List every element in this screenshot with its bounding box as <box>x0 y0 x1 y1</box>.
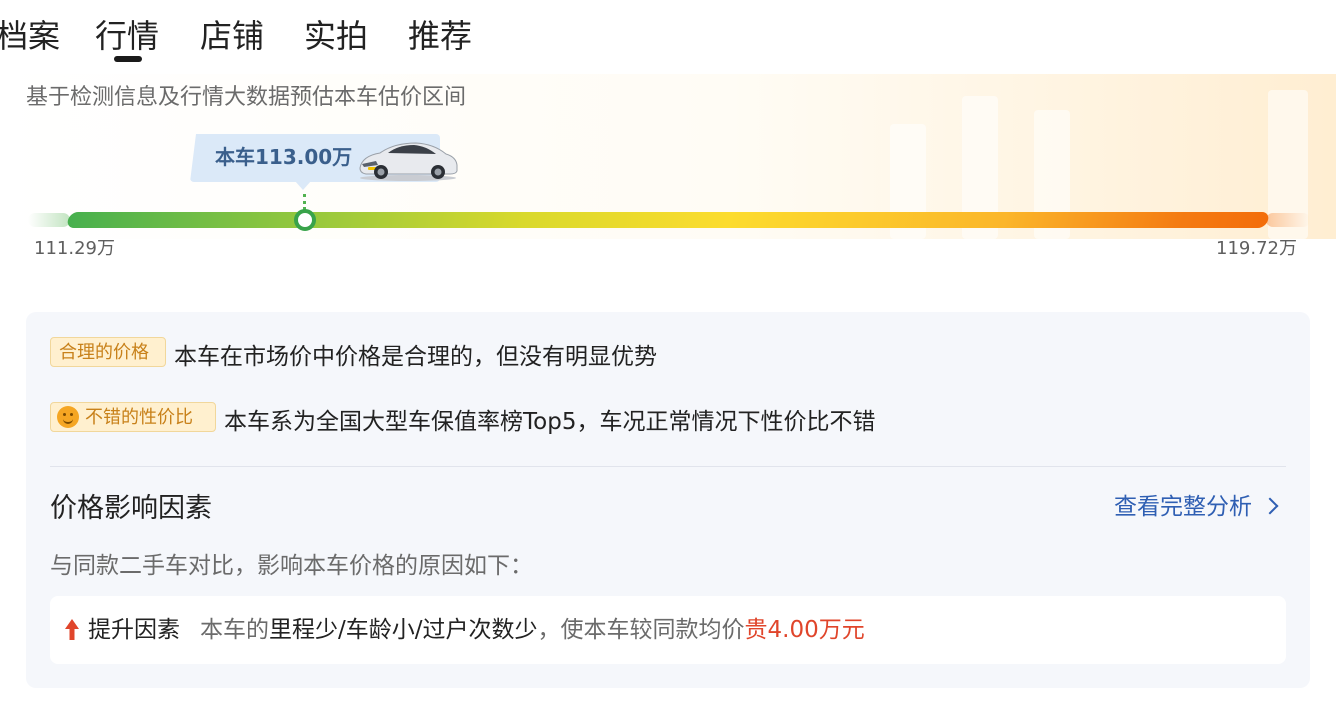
car-image <box>359 142 458 181</box>
price-range-bar <box>65 212 1271 228</box>
comparison-text: 与同款二手车对比，影响本车价格的原因如下： <box>50 553 533 579</box>
factor-description: 本车的里程少/车龄小/过户次数少，使本车较同款均价贵4.00万元 <box>200 614 865 646</box>
estimate-subtitle: 基于检测信息及行情大数据预估本车估价区间 <box>26 85 467 110</box>
view-full-analysis-link[interactable]: 查看完整分析 <box>1114 490 1279 524</box>
active-tab-indicator <box>114 56 142 62</box>
current-price-label: 本车113.00万 <box>215 145 353 169</box>
good-value-badge: 不错的性价比 <box>50 402 216 432</box>
price-pointer <box>303 194 309 210</box>
arrow-up-icon <box>65 619 79 640</box>
view-full-analysis-label: 查看完整分析 <box>1114 494 1252 520</box>
reasonable-price-description: 本车在市场价中价格是合理的，但没有明显优势 <box>174 344 657 370</box>
price-factors-title: 价格影响因素 <box>50 493 212 524</box>
range-bar-fade-left <box>28 213 70 227</box>
range-max-label: 119.72万 <box>1216 238 1297 259</box>
divider <box>50 466 1286 467</box>
tab-store[interactable]: 店铺 <box>200 14 264 58</box>
good-value-label: 不错的性价比 <box>85 407 193 428</box>
factor-price: 贵4.00万元 <box>744 617 865 643</box>
factor-prefix: 本车的 <box>200 617 269 643</box>
factor-highlight: 里程少/车龄小/过户次数少 <box>269 617 538 643</box>
range-bar-fade-right <box>1266 213 1310 227</box>
tab-bar: 档案 行情 店铺 实拍 推荐 <box>0 0 1336 70</box>
smile-icon <box>57 406 79 428</box>
tab-photos[interactable]: 实拍 <box>304 14 368 58</box>
factor-middle: ，使本车较同款均价 <box>537 617 745 643</box>
chevron-right-icon <box>1261 497 1279 515</box>
current-price-marker <box>294 209 316 231</box>
reasonable-price-badge: 合理的价格 <box>50 337 166 367</box>
bubble-arrow <box>295 181 311 190</box>
tab-archive[interactable]: 档案 <box>0 14 60 58</box>
range-min-label: 111.29万 <box>34 238 115 259</box>
good-value-description: 本车系为全国大型车保值率榜Top5，车况正常情况下性价比不错 <box>224 409 876 435</box>
tab-market[interactable]: 行情 <box>95 14 159 58</box>
tab-recommend[interactable]: 推荐 <box>408 14 472 58</box>
factor-label: 提升因素 <box>88 617 180 643</box>
